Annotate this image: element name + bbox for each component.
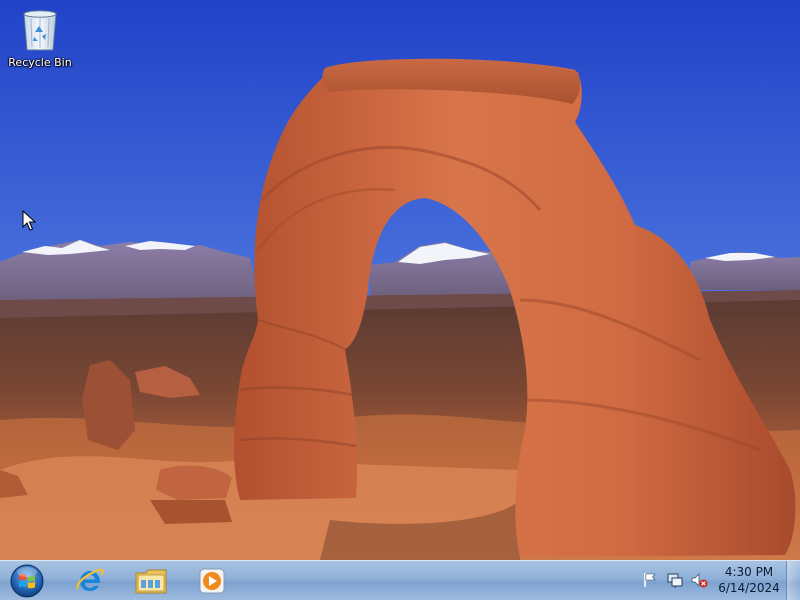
taskbar-clock[interactable]: 4:30 PM 6/14/2024	[716, 564, 782, 598]
taskbar: 4:30 PM 6/14/2024	[0, 560, 800, 600]
desktop[interactable]: Recycle Bin	[0, 0, 800, 560]
recycle-bin-shortcut[interactable]: Recycle Bin	[4, 6, 76, 76]
show-desktop-button[interactable]	[786, 561, 800, 600]
start-button[interactable]	[6, 562, 48, 600]
windows-start-orb-icon	[10, 564, 44, 598]
clock-date: 6/14/2024	[718, 581, 780, 595]
taskbar-internet-explorer[interactable]	[70, 562, 110, 600]
mouse-pointer-icon	[22, 210, 36, 231]
recycle-bin-icon	[23, 10, 57, 51]
action-center-flag-icon[interactable]	[641, 571, 659, 589]
desktop-wallpaper	[0, 0, 800, 560]
volume-muted-icon[interactable]	[690, 571, 708, 589]
recycle-bin-label: Recycle Bin	[8, 56, 72, 69]
clock-time: 4:30 PM	[724, 565, 774, 579]
taskbar-windows-explorer[interactable]	[130, 562, 172, 600]
windows-media-player-icon	[199, 568, 225, 594]
internet-explorer-icon	[76, 568, 104, 591]
windows-explorer-icon	[135, 569, 167, 594]
network-icon[interactable]	[666, 571, 684, 589]
taskbar-windows-media-player[interactable]	[192, 562, 232, 600]
